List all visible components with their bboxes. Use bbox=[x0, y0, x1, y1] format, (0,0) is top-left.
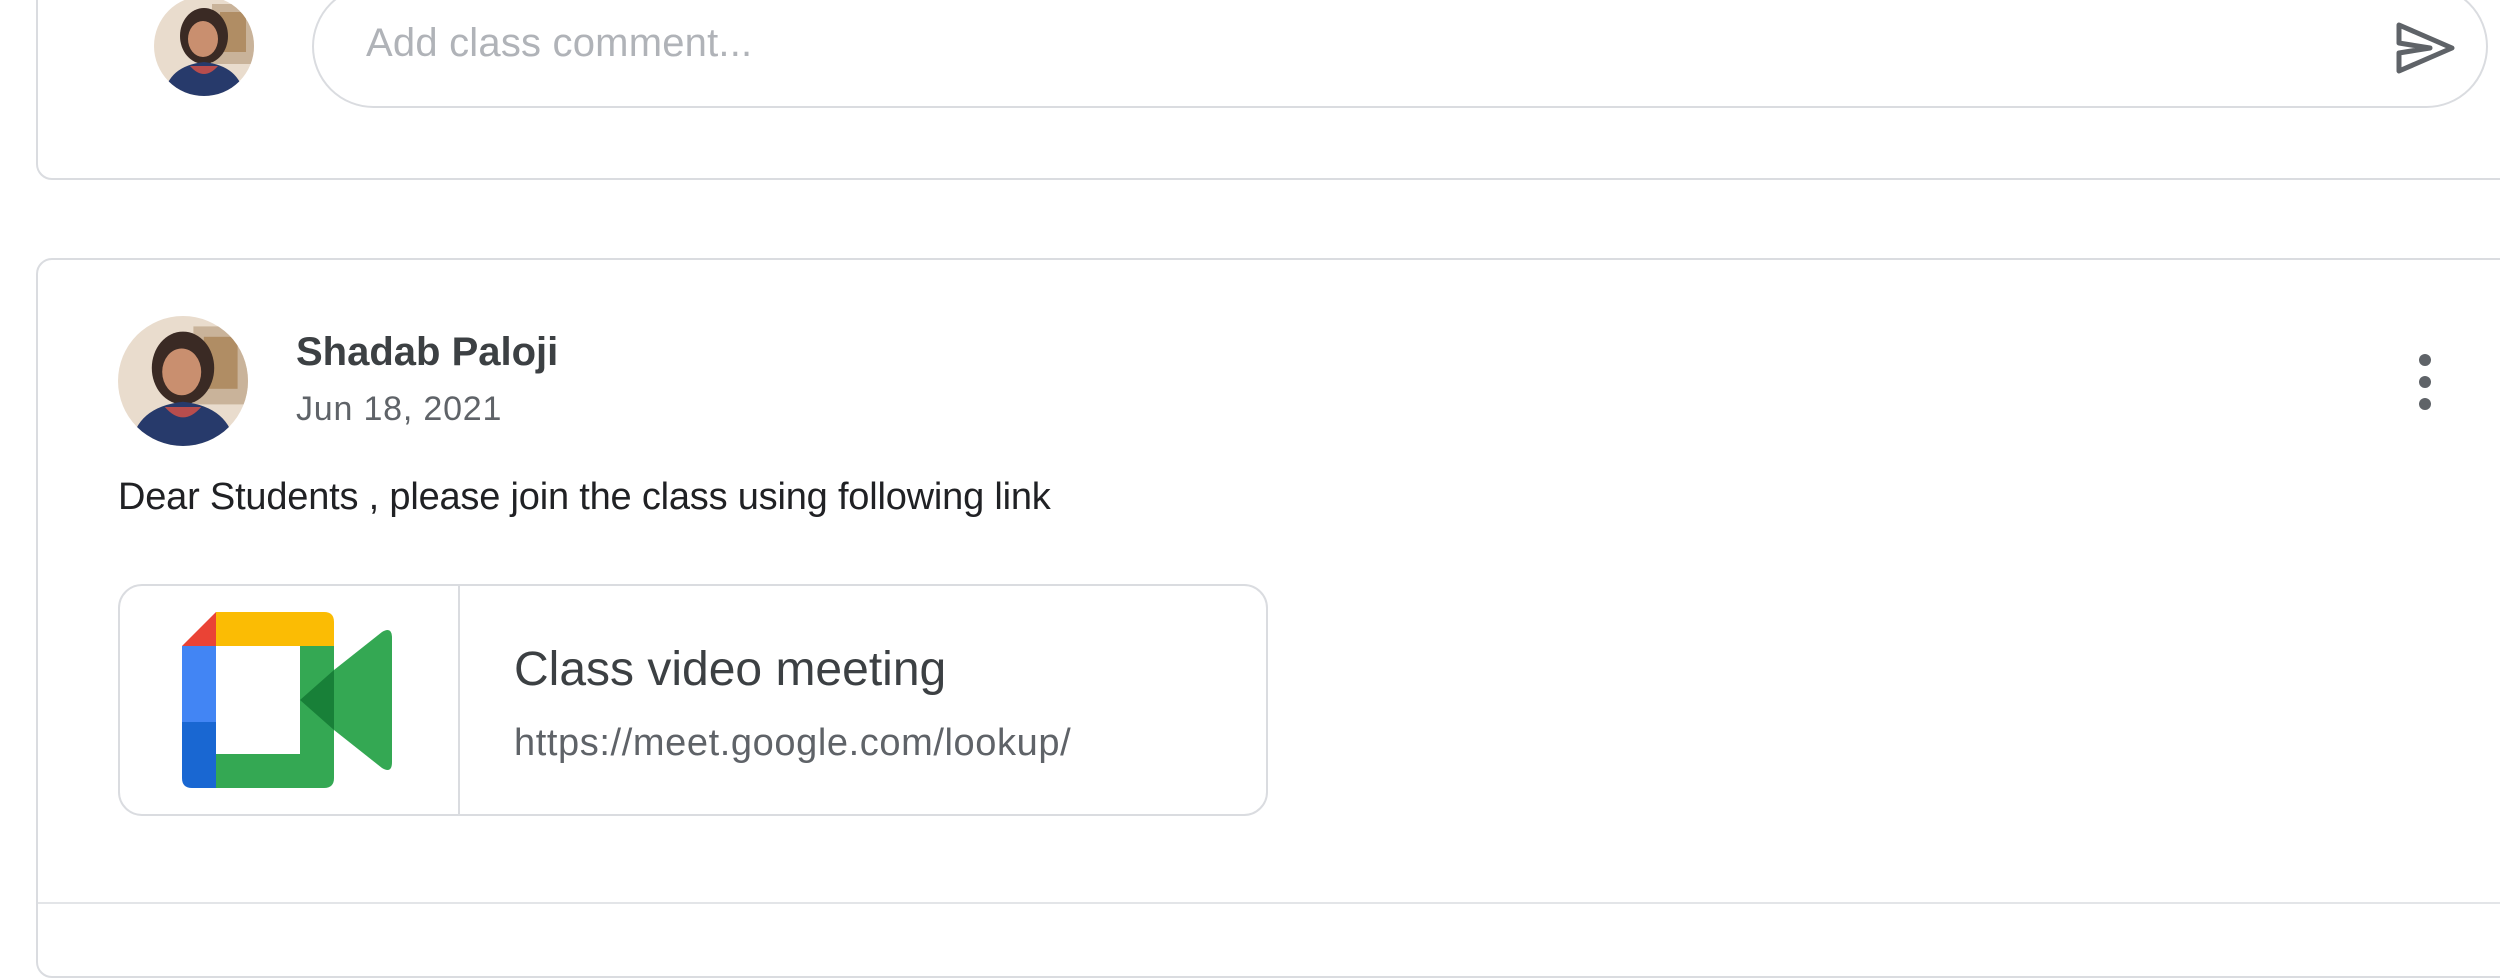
post-date: Jun 18, 2021 bbox=[296, 390, 503, 428]
author-avatar[interactable] bbox=[118, 316, 248, 446]
send-icon[interactable] bbox=[2394, 19, 2456, 77]
divider bbox=[38, 902, 2500, 904]
user-avatar-icon bbox=[154, 0, 254, 96]
announcement-post: Shadab Paloji Jun 18, 2021 Dear Students… bbox=[36, 258, 2500, 978]
attachment-thumbnail bbox=[120, 586, 460, 814]
author-name[interactable]: Shadab Paloji bbox=[296, 330, 558, 375]
meet-link-attachment[interactable]: Class video meeting https://meet.google.… bbox=[118, 584, 1268, 816]
class-comment-card: Add class comment... bbox=[36, 0, 2500, 180]
attachment-url: https://meet.google.com/lookup/ bbox=[514, 722, 1072, 764]
attachment-title: Class video meeting bbox=[514, 643, 947, 696]
google-meet-icon bbox=[182, 612, 392, 788]
comment-placeholder: Add class comment... bbox=[366, 21, 753, 65]
avatar bbox=[154, 0, 254, 96]
class-comment-input[interactable]: Add class comment... bbox=[312, 0, 2488, 108]
user-avatar-icon bbox=[118, 316, 248, 446]
post-text: Dear Students , please join the class us… bbox=[118, 476, 1051, 518]
more-vert-icon[interactable] bbox=[2410, 350, 2440, 414]
